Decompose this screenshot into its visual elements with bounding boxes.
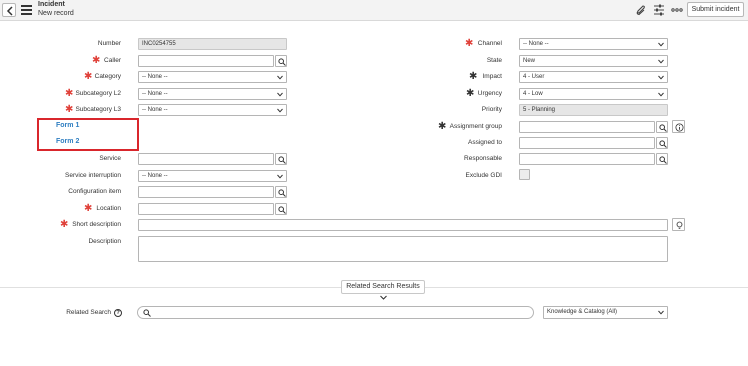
responsable-label: Responsable (464, 155, 502, 162)
info-icon[interactable] (672, 120, 685, 133)
state-value: New (523, 58, 536, 64)
caller-search-icon[interactable] (275, 55, 287, 67)
subcategory-l3-select[interactable]: -- None -- (138, 104, 287, 116)
service-search-icon[interactable] (275, 153, 287, 165)
description-textarea[interactable] (138, 236, 668, 262)
paperclip-icon[interactable] (634, 3, 648, 17)
responsable-input[interactable] (519, 153, 655, 165)
caller-input[interactable] (138, 55, 274, 67)
more-options-icon[interactable] (670, 3, 684, 17)
configuration-item-input[interactable] (138, 186, 274, 198)
configuration-item-search-icon[interactable] (275, 186, 287, 198)
chevron-down-icon (658, 75, 664, 80)
state-select[interactable]: New (519, 55, 668, 67)
lightbulb-icon[interactable] (672, 218, 685, 231)
search-icon (143, 309, 151, 317)
subcategory-l3-value: -- None -- (142, 107, 168, 113)
subcategory-l2-select[interactable]: -- None -- (138, 88, 287, 100)
caller-label: Caller (104, 57, 121, 64)
search-scope-value: Knowledge & Catalog (All) (547, 309, 618, 315)
chevron-down-icon (277, 75, 283, 80)
related-search-results-button[interactable]: Related Search Results (341, 280, 425, 300)
related-search-label: Related Search (66, 309, 111, 316)
chevron-down-icon (277, 174, 283, 179)
help-icon[interactable]: ? (114, 309, 122, 317)
urgency-label: Urgency (477, 90, 502, 97)
service-interruption-label: Service interruption (65, 172, 121, 179)
channel-select[interactable]: -- None -- (519, 38, 668, 50)
related-search-input[interactable] (137, 306, 534, 319)
impact-label: Impact (482, 73, 502, 80)
state-label: State (486, 57, 502, 64)
assignment-group-input[interactable] (519, 121, 655, 133)
page-title: Incident (38, 1, 65, 8)
urgency-select[interactable]: 4 - Low (519, 88, 668, 100)
chevron-down-icon (277, 92, 283, 97)
short-description-input[interactable] (138, 219, 668, 231)
category-label: Category (94, 73, 121, 80)
chevron-down-icon (658, 42, 664, 47)
service-interruption-value: -- None -- (142, 173, 168, 179)
subcategory-l3-label: Subcategory L3 (75, 106, 121, 113)
urgency-value: 4 - Low (523, 91, 543, 97)
exclude-gdi-label: Exclude GDI (465, 172, 503, 179)
submit-incident-button[interactable]: Submit incident (687, 2, 744, 17)
service-input[interactable] (138, 153, 274, 165)
priority-label: Priority (481, 106, 502, 113)
back-button[interactable] (2, 3, 16, 17)
location-input[interactable] (138, 203, 274, 215)
number-label: Number (97, 40, 121, 47)
form-1-link[interactable]: Form 1 (56, 122, 79, 129)
assigned-to-input[interactable] (519, 137, 655, 149)
highlight-box (37, 118, 139, 151)
assigned-to-label: Assigned to (468, 139, 502, 146)
related-search-results-label: Related Search Results (346, 283, 420, 290)
number-field: INC0254755 (138, 38, 287, 50)
page-subtitle: New record (38, 10, 74, 17)
location-search-icon[interactable] (275, 203, 287, 215)
configuration-item-label: Configuration item (68, 188, 121, 195)
priority-field: 5 - Planning (519, 104, 668, 116)
channel-label: Channel (477, 40, 502, 47)
channel-value: -- None -- (523, 41, 549, 47)
category-select[interactable]: -- None -- (138, 71, 287, 83)
exclude-gdi-checkbox[interactable] (519, 169, 530, 180)
form-header: Incident New record Submit incident (0, 0, 748, 21)
search-scope-select[interactable]: Knowledge & Catalog (All) (543, 306, 668, 319)
settings-sliders-icon[interactable] (652, 3, 666, 17)
chevron-down-icon (658, 92, 664, 97)
assigned-to-search-icon[interactable] (656, 137, 668, 149)
short-description-label: Short description (72, 221, 121, 228)
chevron-down-icon (277, 108, 283, 113)
chevron-down-icon (658, 59, 664, 64)
assignment-group-search-icon[interactable] (656, 121, 668, 133)
chevron-down-icon (380, 295, 387, 300)
chevron-down-icon (658, 310, 664, 315)
impact-select[interactable]: 4 - User (519, 71, 668, 83)
description-label: Description (88, 238, 121, 245)
subcategory-l2-value: -- None -- (142, 91, 168, 97)
subcategory-l2-label: Subcategory L2 (75, 90, 121, 97)
impact-value: 4 - User (523, 74, 545, 80)
service-label: Service (99, 155, 121, 162)
responsable-search-icon[interactable] (656, 153, 668, 165)
assignment-group-label: Assignment group (449, 123, 502, 130)
location-label: Location (96, 205, 121, 212)
menu-icon[interactable] (21, 5, 32, 15)
category-value: -- None -- (142, 74, 168, 80)
form-2-link[interactable]: Form 2 (56, 138, 79, 145)
service-interruption-select[interactable]: -- None -- (138, 170, 287, 182)
